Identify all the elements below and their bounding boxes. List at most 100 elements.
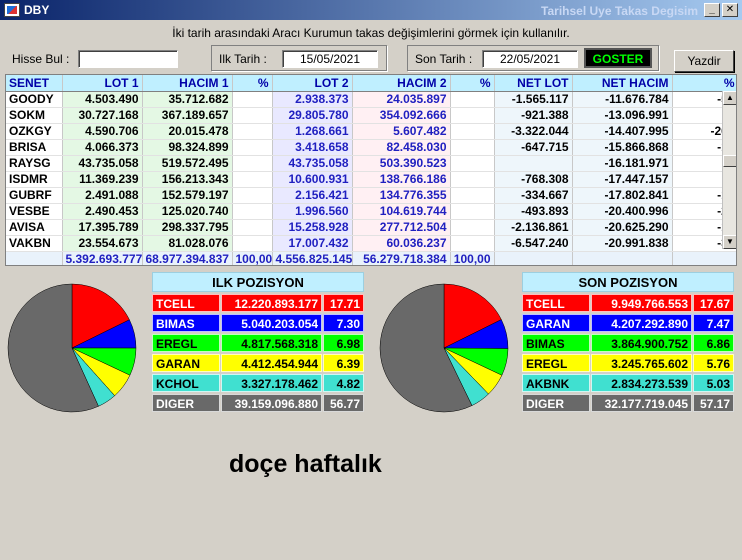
close-button[interactable]: ✕: [722, 3, 738, 17]
table-cell: 11.369.239: [62, 171, 143, 188]
position-name: TCELL: [522, 294, 590, 312]
position-name: EREGL: [152, 334, 220, 352]
table-cell: [232, 91, 273, 108]
position-value: 32.177.719.045: [591, 394, 692, 412]
table-cell: -20.625.290: [572, 219, 673, 236]
table-cell: 152.579.197: [142, 187, 233, 204]
table-cell: [232, 187, 273, 204]
position-row: EREGL 4.817.568.318 6.98: [152, 334, 364, 352]
row-symbol: VESBE: [6, 203, 63, 220]
grid-scrollbar[interactable]: ▲ ▼: [722, 91, 736, 249]
table-row[interactable]: ISDMR 11.369.239 156.213.343 10.600.931 138.…: [6, 171, 736, 188]
position-value: 2.834.273.539: [591, 374, 692, 392]
ilk-tarih-label: Ilk Tarih :: [219, 52, 267, 66]
total-cell: 100,00: [450, 251, 495, 265]
scroll-down-icon[interactable]: ▼: [723, 235, 736, 249]
table-cell: [232, 139, 273, 156]
scroll-thumb[interactable]: [723, 155, 736, 167]
table-cell: [450, 203, 495, 220]
table-row[interactable]: VESBE 2.490.453 125.020.740 1.996.560 104.61…: [6, 203, 736, 220]
column-header[interactable]: %: [232, 75, 273, 92]
table-cell: -14.407.995: [572, 123, 673, 140]
table-cell: 138.766.186: [352, 171, 451, 188]
table-cell: 60.036.237: [352, 235, 451, 252]
table-cell: 1.268.661: [272, 123, 353, 140]
table-cell: -921.388: [494, 107, 573, 124]
position-value: 12.220.893.177: [221, 294, 322, 312]
table-cell: -20.400.996: [572, 203, 673, 220]
position-percent: 17.67: [693, 294, 734, 312]
table-row[interactable]: GOODY 4.503.490 35.712.682 2.938.373 24.035.…: [6, 91, 736, 108]
column-header[interactable]: LOT 1: [62, 75, 143, 92]
table-cell: -17.447.157: [572, 171, 673, 188]
ilk-tarih-input[interactable]: 15/05/2021: [282, 50, 378, 68]
position-name: TCELL: [152, 294, 220, 312]
position-row: EREGL 3.245.765.602 5.76: [522, 354, 734, 372]
row-symbol: VAKBN: [6, 235, 63, 252]
table-cell: -11.676.784: [572, 91, 673, 108]
table-cell: [232, 123, 273, 140]
position-name: DIGER: [152, 394, 220, 412]
position-row: TCELL 9.949.766.553 17.67: [522, 294, 734, 312]
column-header[interactable]: %: [672, 75, 736, 92]
yazdir-button[interactable]: Yazdir: [674, 50, 734, 72]
table-cell: -13.096.991: [572, 107, 673, 124]
table-row[interactable]: AVISA 17.395.789 298.337.795 15.258.928 277.…: [6, 219, 736, 236]
table-cell: [450, 139, 495, 156]
ilk-pozisyon-title: ILK POZISYON: [152, 272, 364, 292]
row-symbol: GOODY: [6, 91, 63, 108]
column-header[interactable]: %: [450, 75, 495, 92]
hisse-search-input[interactable]: [78, 50, 178, 68]
ilk-pozisyon-pie: [7, 283, 137, 413]
table-row[interactable]: BRISA 4.066.373 98.324.899 3.418.658 82.458.…: [6, 139, 736, 156]
position-value: 4.412.454.944: [221, 354, 322, 372]
table-row[interactable]: RAYSG 43.735.058 519.572.495 43.735.058 503.…: [6, 155, 736, 172]
column-header[interactable]: SENET: [6, 75, 63, 92]
son-tarih-input[interactable]: 22/05/2021: [482, 50, 578, 68]
table-row[interactable]: VAKBN 23.554.673 81.028.076 17.007.432 60.03…: [6, 235, 736, 252]
table-cell: 2.156.421: [272, 187, 353, 204]
position-name: BIMAS: [522, 334, 590, 352]
position-row: BIMAS 3.864.900.752 6.86: [522, 334, 734, 352]
total-cell: 56.279.718.384: [352, 251, 451, 265]
row-symbol: GUBRF: [6, 187, 63, 204]
position-value: 4.207.292.890: [591, 314, 692, 332]
takas-grid: SENET LOT 1 HACIM 1% LOT 2 HACIM 2% NET LOT NE…: [5, 74, 737, 266]
table-cell: 503.390.523: [352, 155, 451, 172]
table-cell: -647.715: [494, 139, 573, 156]
goster-button[interactable]: GOSTER: [584, 48, 652, 68]
position-value: 3.864.900.752: [591, 334, 692, 352]
table-cell: -3.322.044: [494, 123, 573, 140]
position-name: KCHOL: [152, 374, 220, 392]
table-cell: -1.565.117: [494, 91, 573, 108]
column-header[interactable]: HACIM 2: [352, 75, 451, 92]
table-cell: 17.007.432: [272, 235, 353, 252]
position-percent: 17.71: [323, 294, 364, 312]
table-cell: 1.996.560: [272, 203, 353, 220]
minimize-button[interactable]: _: [704, 3, 720, 17]
position-percent: 6.39: [323, 354, 364, 372]
table-cell: 4.066.373: [62, 139, 143, 156]
table-cell: -493.893: [494, 203, 573, 220]
table-cell: 24.035.897: [352, 91, 451, 108]
table-cell: [232, 155, 273, 172]
position-percent: 7.30: [323, 314, 364, 332]
column-header[interactable]: NET HACIM: [572, 75, 673, 92]
table-row[interactable]: GUBRF 2.491.088 152.579.197 2.156.421 134.77…: [6, 187, 736, 204]
position-row: DIGER 32.177.719.045 57.17: [522, 394, 734, 412]
scroll-up-icon[interactable]: ▲: [723, 91, 736, 105]
row-symbol: SOKM: [6, 107, 63, 124]
table-cell: 10.600.931: [272, 171, 353, 188]
position-row: AKBNK 2.834.273.539 5.03: [522, 374, 734, 392]
table-cell: [494, 155, 573, 172]
table-cell: [450, 107, 495, 124]
column-header[interactable]: HACIM 1: [142, 75, 233, 92]
table-row[interactable]: SOKM 30.727.168 367.189.657 29.805.780 354.0…: [6, 107, 736, 124]
total-cell: [494, 251, 573, 265]
position-percent: 7.47: [693, 314, 734, 332]
column-header[interactable]: LOT 2: [272, 75, 353, 92]
column-header[interactable]: NET LOT: [494, 75, 573, 92]
row-symbol: BRISA: [6, 139, 63, 156]
table-row[interactable]: OZKGY 4.590.706 20.015.478 1.268.661 5.607.4…: [6, 123, 736, 140]
son-pozisyon-pie: [379, 283, 509, 413]
